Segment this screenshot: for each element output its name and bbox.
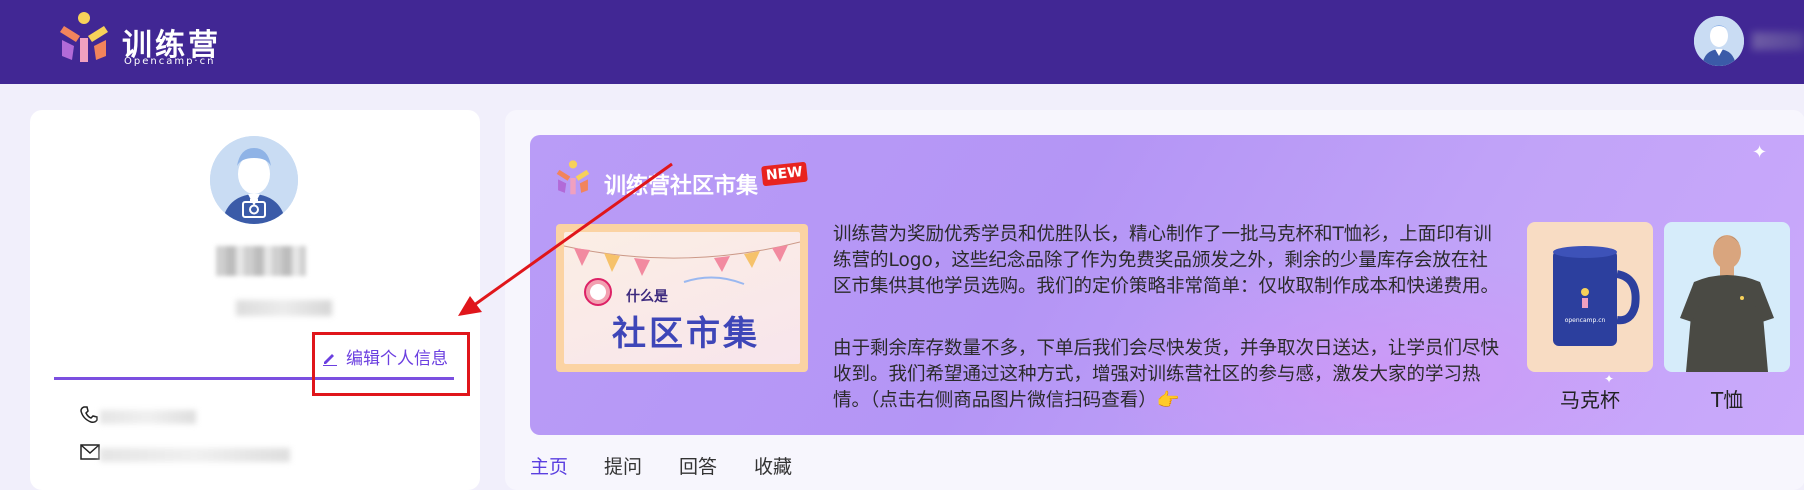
poster-caption-big: 社区市集	[612, 314, 760, 354]
username-redacted	[1752, 32, 1804, 50]
poster-caption-small: 什么是	[626, 289, 668, 305]
logo-mark-icon	[556, 160, 590, 195]
tshirt-image	[1680, 235, 1774, 372]
sparkle-icon: ✦	[1604, 372, 1615, 386]
mug-image: opencamp.cn	[1553, 246, 1640, 346]
tab-favorites[interactable]: 收藏	[754, 452, 792, 479]
user-bio-redacted	[236, 300, 332, 316]
tab-home[interactable]: 主页	[530, 452, 568, 479]
banner-paragraph-1: 训练营为奖励优秀学员和优胜队长，精心制作了一批马克杯和T恤衫，上面印有训练营的L…	[833, 224, 1500, 297]
banner-paragraph-2: 由于剩余库存数量不多，下单后我们会尽快发货，并争取次日送达，让学员们尽快收到。我…	[833, 338, 1500, 411]
tshirt-label: T恤	[1711, 388, 1744, 412]
annotation-highlight-box	[312, 332, 470, 396]
tab-questions[interactable]: 提问	[604, 452, 642, 479]
mug-label: 马克杯	[1560, 388, 1620, 412]
camera-icon	[242, 199, 266, 218]
banner-title: 训练营社区市集	[604, 174, 759, 199]
svg-text:opencamp.cn: opencamp.cn	[1565, 317, 1606, 324]
logo[interactable]: 训练营 Opencamp·cn	[56, 12, 241, 72]
change-avatar-button[interactable]	[210, 192, 298, 224]
logo-subtitle: Opencamp·cn	[124, 56, 216, 67]
top-navbar: 训练营 Opencamp·cn	[0, 0, 1804, 84]
phone-icon	[80, 406, 98, 423]
market-poster-image[interactable]: 什么是 社区市集	[556, 224, 808, 372]
email-redacted	[100, 448, 290, 462]
tab-answers[interactable]: 回答	[679, 452, 717, 479]
tshirt-product-image[interactable]	[1664, 222, 1790, 372]
profile-card: 编辑个人信息	[30, 110, 480, 490]
sparkle-icon: ✦	[1752, 142, 1768, 163]
user-avatar[interactable]	[1694, 16, 1744, 66]
phone-redacted	[100, 410, 196, 424]
avatar-person-icon	[1694, 16, 1744, 66]
username-redacted	[216, 246, 306, 276]
logo-mark-icon	[60, 12, 108, 62]
mug-product-image[interactable]: opencamp.cn	[1527, 222, 1653, 372]
mail-icon	[80, 444, 100, 460]
